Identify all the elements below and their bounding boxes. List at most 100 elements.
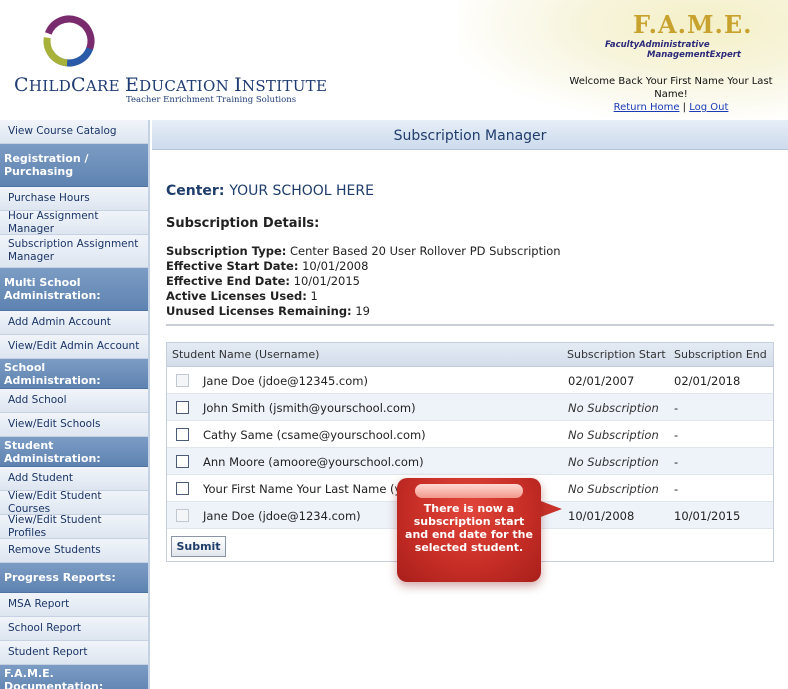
subscription-start-cell: No Subscription (568, 401, 659, 415)
sidebar-item-label: School Report (8, 622, 82, 634)
sidebar-item-view-edit-schools[interactable]: View/Edit Schools (0, 413, 148, 437)
sidebar-item-label: Hour Assignment Manager (8, 209, 99, 235)
sidebar-section-f-a-m-e-documentation: F.A.M.E. Documentation: (0, 665, 148, 689)
page-title-bar: Subscription Manager (152, 120, 788, 150)
cei-logo-ring-icon (43, 15, 95, 67)
return-home-link[interactable]: Return Home (614, 102, 680, 113)
welcome-box: Welcome Back Your First Name Your Last N… (560, 75, 782, 114)
student-name-cell: Your First Name Your Last Name (y (203, 482, 402, 496)
table-row: Cathy Same (csame@yourschool.com) No Subs… (167, 421, 773, 448)
subscription-start-cell: 10/01/2008 (568, 509, 635, 523)
submit-button[interactable]: Submit (171, 536, 226, 557)
callout-text: There is now a subscription start and en… (405, 502, 533, 554)
table-row: John Smith (jsmith@yourschool.com) No Sub… (167, 394, 773, 421)
sidebar-item-view-edit-admin-account[interactable]: View/Edit Admin Account (0, 335, 148, 359)
select-student-checkbox (176, 374, 189, 387)
header: CHILDCARE EDUCATION INSTITUTE Teacher En… (0, 0, 788, 120)
select-student-checkbox[interactable] (176, 401, 189, 414)
callout-gloss-highlight (415, 484, 523, 498)
subscription-start-cell: No Subscription (568, 428, 659, 442)
sidebar-item-school-report[interactable]: School Report (0, 617, 148, 641)
cei-logo-tagline: Teacher Enrichment Training Solutions (126, 95, 297, 105)
sidebar-item-remove-students[interactable]: Remove Students (0, 539, 148, 563)
sidebar-item-view-edit-student-profiles[interactable]: View/Edit Student Profiles (0, 513, 148, 539)
fame-logo-subtitle-2: ManagementExpert (647, 50, 741, 60)
sidebar-item-student-report[interactable]: Student Report (0, 641, 148, 665)
sidebar-item-label: View/Edit Student Profiles (8, 513, 102, 539)
sidebar-item-label: Student Report (8, 646, 88, 658)
table-row: Jane Doe (jdoe@12345.com) 02/01/2007 02/01… (167, 367, 773, 394)
subscription-end-cell: - (674, 482, 679, 496)
select-student-checkbox[interactable] (176, 455, 189, 468)
link-separator: | (679, 102, 690, 113)
subscription-start-cell: 02/01/2007 (568, 374, 635, 388)
subscription-end-cell: - (674, 401, 679, 415)
table-header-row: Student Name (Username) Subscription Sta… (167, 343, 773, 367)
sidebar-item-label: Multi School Administration: (4, 276, 101, 302)
sidebar-item-hour-assignment-manager[interactable]: Hour Assignment Manager (0, 209, 148, 235)
sidebar-item-label: MSA Report (8, 598, 70, 610)
subscription-start-cell: No Subscription (568, 482, 659, 496)
welcome-text: Welcome Back Your First Name Your Last N… (569, 76, 773, 100)
student-name-cell: John Smith (jsmith@yourschool.com) (203, 401, 416, 415)
subscription-end-cell: 10/01/2015 (674, 509, 741, 523)
center-line: Center: YOUR SCHOOL HERE (166, 183, 374, 199)
subscription-end-cell: - (674, 428, 679, 442)
sidebar-item-label: F.A.M.E. Documentation: (4, 666, 104, 689)
student-name-cell: Jane Doe (jdoe@1234.com) (203, 509, 361, 523)
sidebar-item-label: View Course Catalog (8, 125, 117, 137)
subscription-end-cell: 02/01/2018 (674, 374, 741, 388)
sidebar-item-label: Add School (8, 394, 67, 406)
detail-subscription-type: Subscription Type: Center Based 20 User … (166, 244, 561, 258)
fame-logo-subtitle-1: FacultyAdministrative (605, 40, 710, 50)
page-title: Subscription Manager (393, 128, 547, 144)
sidebar-item-purchase-hours[interactable]: Purchase Hours (0, 187, 148, 211)
sidebar-item-label: School Administration: (4, 360, 101, 387)
center-label: Center: (166, 183, 225, 199)
subscription-start-cell: No Subscription (568, 455, 659, 469)
student-name-cell: Ann Moore (amoore@yourschool.com) (203, 455, 424, 469)
table-row: Ann Moore (amoore@yourschool.com) No Subs… (167, 448, 773, 475)
sidebar-item-add-student[interactable]: Add Student (0, 467, 148, 491)
center-value: YOUR SCHOOL HERE (229, 183, 374, 199)
student-name-cell: Cathy Same (csame@yourschool.com) (203, 428, 426, 442)
sidebar-section-progress-reports: Progress Reports: (0, 563, 148, 593)
callout-pointer (538, 500, 562, 518)
sidebar-section-student-administration: Student Administration: (0, 437, 148, 467)
sidebar-item-label: View/Edit Admin Account (8, 340, 140, 352)
sidebar-item-label: Add Admin Account (8, 316, 111, 328)
fame-logo: F.A.M.E. FacultyAdministrative Managemen… (605, 10, 752, 62)
select-student-checkbox[interactable] (176, 428, 189, 441)
header-subscription-end: Subscription End (674, 348, 767, 361)
sidebar-item-subscription-assignment-manager[interactable]: Subscription Assignment Manager (0, 235, 148, 268)
sidebar-section-multi-school-administration: Multi School Administration: (0, 268, 148, 311)
header-subscription-start: Subscription Start (567, 348, 666, 361)
sidebar-item-label: Subscription Assignment Manager (8, 238, 139, 263)
sidebar-item-label: Registration / Purchasing (4, 152, 89, 178)
sidebar-item-view-edit-student-courses[interactable]: View/Edit Student Courses (0, 489, 148, 515)
sidebar-item-label: View/Edit Schools (8, 418, 101, 430)
student-name-cell: Jane Doe (jdoe@12345.com) (203, 374, 368, 388)
sidebar-item-add-school[interactable]: Add School (0, 389, 148, 413)
select-student-checkbox (176, 509, 189, 522)
sidebar-section-school-administration: School Administration: (0, 359, 148, 389)
detail-effective-end: Effective End Date: 10/01/2015 (166, 274, 360, 288)
sidebar-item-label: Remove Students (8, 544, 101, 556)
main-content: Subscription Manager Center: YOUR SCHOOL… (152, 120, 788, 689)
sidebar-item-add-admin-account[interactable]: Add Admin Account (0, 311, 148, 335)
sidebar-item-view-course-catalog[interactable]: View Course Catalog (0, 120, 148, 144)
log-out-link[interactable]: Log Out (689, 102, 728, 113)
sidebar-section-registration-purchasing: Registration / Purchasing (0, 144, 148, 187)
sidebar-item-label: Student Administration: (4, 438, 101, 465)
sidebar-item-label: View/Edit Student Courses (8, 489, 102, 515)
select-student-checkbox[interactable] (176, 482, 189, 495)
sidebar-item-label: Progress Reports: (4, 571, 116, 584)
detail-effective-start: Effective Start Date: 10/01/2008 (166, 259, 369, 273)
detail-unused-licenses: Unused Licenses Remaining: 19 (166, 304, 370, 318)
header-student-name: Student Name (Username) (172, 348, 320, 361)
subscription-end-cell: - (674, 455, 679, 469)
sidebar-item-label: Add Student (8, 472, 73, 484)
fame-logo-title: F.A.M.E. (633, 10, 753, 39)
sidebar-item-msa-report[interactable]: MSA Report (0, 593, 148, 617)
cei-logo-wordmark: CHILDCARE EDUCATION INSTITUTE (14, 74, 328, 96)
